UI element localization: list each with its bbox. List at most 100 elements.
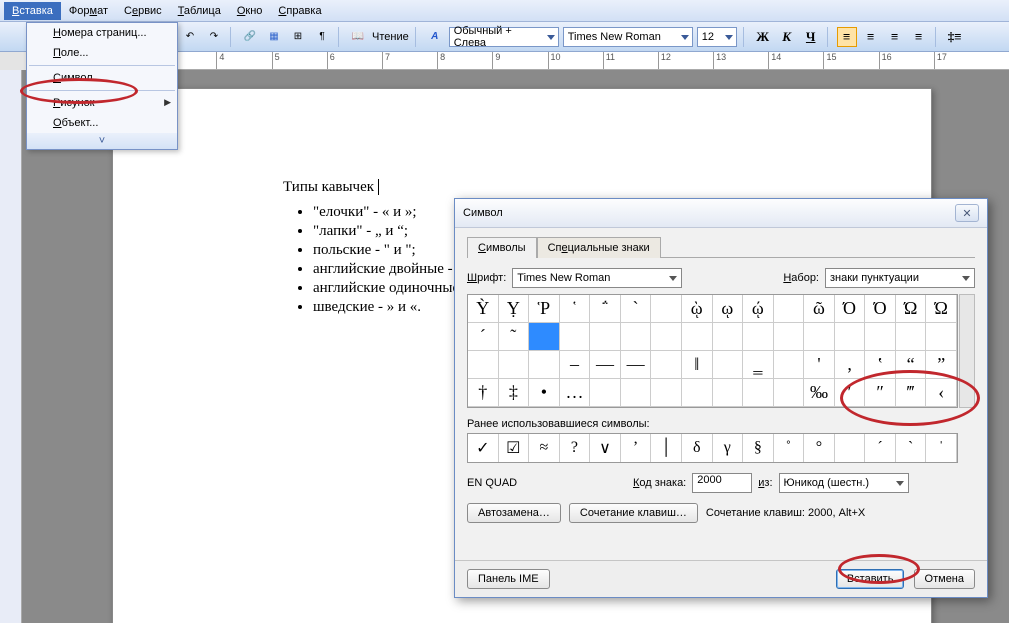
recent-cell[interactable]: ˚ — [774, 434, 805, 462]
symbol-cell[interactable] — [926, 323, 957, 351]
symbol-cell[interactable] — [774, 295, 805, 323]
symbol-cell[interactable] — [774, 379, 805, 407]
grid-scrollbar[interactable] — [959, 294, 975, 408]
recent-cell[interactable]: ´ — [865, 434, 896, 462]
tab-special[interactable]: Специальные знаки — [537, 237, 661, 258]
symbol-cell[interactable]: Ῥ — [529, 295, 560, 323]
symbol-cell[interactable] — [499, 351, 530, 379]
underline-button[interactable]: Ч — [801, 27, 821, 47]
symbol-cell[interactable]: • — [529, 379, 560, 407]
font-color-icon[interactable]: A — [425, 27, 445, 47]
symbol-cell[interactable]: ῲ — [682, 295, 713, 323]
symbol-cell[interactable]: Ỳ — [468, 295, 499, 323]
symbol-cell[interactable]: Ό — [835, 295, 866, 323]
insert-button[interactable]: Вставить — [836, 569, 905, 589]
symbol-cell[interactable]: ῶ — [804, 295, 835, 323]
symbol-cell[interactable]: ′ — [835, 379, 866, 407]
symbol-cell[interactable]: ‚ — [835, 351, 866, 379]
menu-item[interactable]: Символ... — [27, 68, 177, 88]
ime-button[interactable]: Панель IME — [467, 569, 550, 589]
symbol-cell[interactable] — [774, 323, 805, 351]
code-input[interactable]: 2000 — [692, 473, 752, 493]
recent-cell[interactable]: γ — [713, 434, 744, 462]
menu-expand-icon[interactable]: ˅ — [27, 133, 177, 149]
symbol-cell[interactable]: ‡ — [499, 379, 530, 407]
recent-cell[interactable]: ✓ — [468, 434, 499, 462]
symbol-cell[interactable]: ” — [926, 351, 957, 379]
symbol-cell[interactable]: ‛ — [865, 351, 896, 379]
menu-format[interactable]: Формат — [61, 2, 116, 20]
menu-service[interactable]: Сервис — [116, 2, 170, 20]
symbol-cell[interactable]: Ώ — [896, 295, 927, 323]
recent-cell[interactable]: δ — [682, 434, 713, 462]
autocorrect-button[interactable]: Автозамена… — [467, 503, 561, 523]
menu-item[interactable]: Поле... — [27, 43, 177, 63]
menu-item[interactable]: Рисунок — [27, 93, 177, 113]
symbol-cell[interactable] — [713, 323, 744, 351]
pilcrow-icon[interactable]: ¶ — [312, 27, 332, 47]
tab-symbols[interactable]: Символы — [467, 237, 537, 258]
undo-icon[interactable]: ↶ — [180, 27, 200, 47]
menu-item[interactable]: Номера страниц... — [27, 23, 177, 43]
symbol-cell[interactable] — [560, 323, 591, 351]
symbol-cell[interactable] — [590, 379, 621, 407]
menu-insert[interactable]: Вставка — [4, 2, 61, 20]
recent-cell[interactable]: │ — [651, 434, 682, 462]
align-right-button[interactable]: ≡ — [885, 27, 905, 47]
menu-window[interactable]: Окно — [229, 2, 271, 20]
recent-cell[interactable]: ? — [560, 434, 591, 462]
symbol-cell[interactable]: ῴ — [743, 295, 774, 323]
size-combo[interactable]: 12 — [697, 27, 737, 47]
symbol-cell[interactable]: ― — [621, 351, 652, 379]
symbol-cell[interactable]: ‖ — [682, 351, 713, 379]
symbol-grid[interactable]: ỲỴῬ῾΅`ῲῳῴῶΌΌΏΏ´῀–—―‖‗'‚‛“”†‡•…‰′″‴‹ — [467, 294, 958, 408]
symbol-cell[interactable]: Ό — [865, 295, 896, 323]
font-combo[interactable]: Times New Roman — [563, 27, 693, 47]
line-spacing-button[interactable]: ‡≡ — [945, 27, 965, 47]
symbol-cell[interactable]: ‴ — [896, 379, 927, 407]
table-icon[interactable]: ▦ — [264, 27, 284, 47]
symbol-cell[interactable]: ῀ — [499, 323, 530, 351]
symbol-cell[interactable]: ‰ — [804, 379, 835, 407]
symbol-cell[interactable] — [651, 323, 682, 351]
link-icon[interactable]: 🔗 — [240, 27, 260, 47]
recent-cell[interactable]: ☑ — [499, 434, 530, 462]
cancel-button[interactable]: Отмена — [914, 569, 975, 589]
symbol-cell[interactable]: Ỵ — [499, 295, 530, 323]
symbol-cell[interactable] — [529, 323, 560, 351]
symbol-cell[interactable] — [743, 379, 774, 407]
redo-icon[interactable]: ↷ — [204, 27, 224, 47]
book-icon[interactable]: 📖 — [348, 27, 368, 47]
symbol-cell[interactable]: ΅ — [590, 295, 621, 323]
symbol-cell[interactable] — [835, 323, 866, 351]
symbol-cell[interactable] — [621, 323, 652, 351]
style-combo[interactable]: Обычный + Слева — [449, 27, 559, 47]
symbol-cell[interactable] — [774, 351, 805, 379]
menu-item[interactable]: Объект... — [27, 113, 177, 133]
menu-table[interactable]: Таблица — [170, 2, 229, 20]
recent-cell[interactable]: ˈ — [926, 434, 957, 462]
symbol-cell[interactable]: ‗ — [743, 351, 774, 379]
recent-cell[interactable] — [835, 434, 866, 462]
symbol-cell[interactable] — [682, 323, 713, 351]
align-left-button[interactable]: ≡ — [837, 27, 857, 47]
symbol-cell[interactable]: “ — [896, 351, 927, 379]
symbol-cell[interactable] — [743, 323, 774, 351]
dialog-titlebar[interactable]: Символ ✕ — [455, 199, 987, 228]
symbol-cell[interactable]: ″ — [865, 379, 896, 407]
symbol-cell[interactable]: † — [468, 379, 499, 407]
symbol-cell[interactable] — [713, 351, 744, 379]
menu-help[interactable]: Справка — [270, 2, 329, 20]
symbol-cell[interactable]: – — [560, 351, 591, 379]
symbol-cell[interactable]: ´ — [468, 323, 499, 351]
recent-cell[interactable]: ˋ — [896, 434, 927, 462]
reading-label[interactable]: Чтение — [372, 31, 409, 43]
recent-cell[interactable]: ≈ — [529, 434, 560, 462]
symbol-cell[interactable] — [896, 323, 927, 351]
borders-icon[interactable]: ⊞ — [288, 27, 308, 47]
recent-cell[interactable]: ° — [804, 434, 835, 462]
symbol-cell[interactable] — [529, 351, 560, 379]
symbol-cell[interactable] — [804, 323, 835, 351]
symbol-cell[interactable] — [713, 379, 744, 407]
recent-symbols[interactable]: ✓☑≈?∨ʼ│δγ§˚°´ˋˈ — [467, 433, 958, 463]
